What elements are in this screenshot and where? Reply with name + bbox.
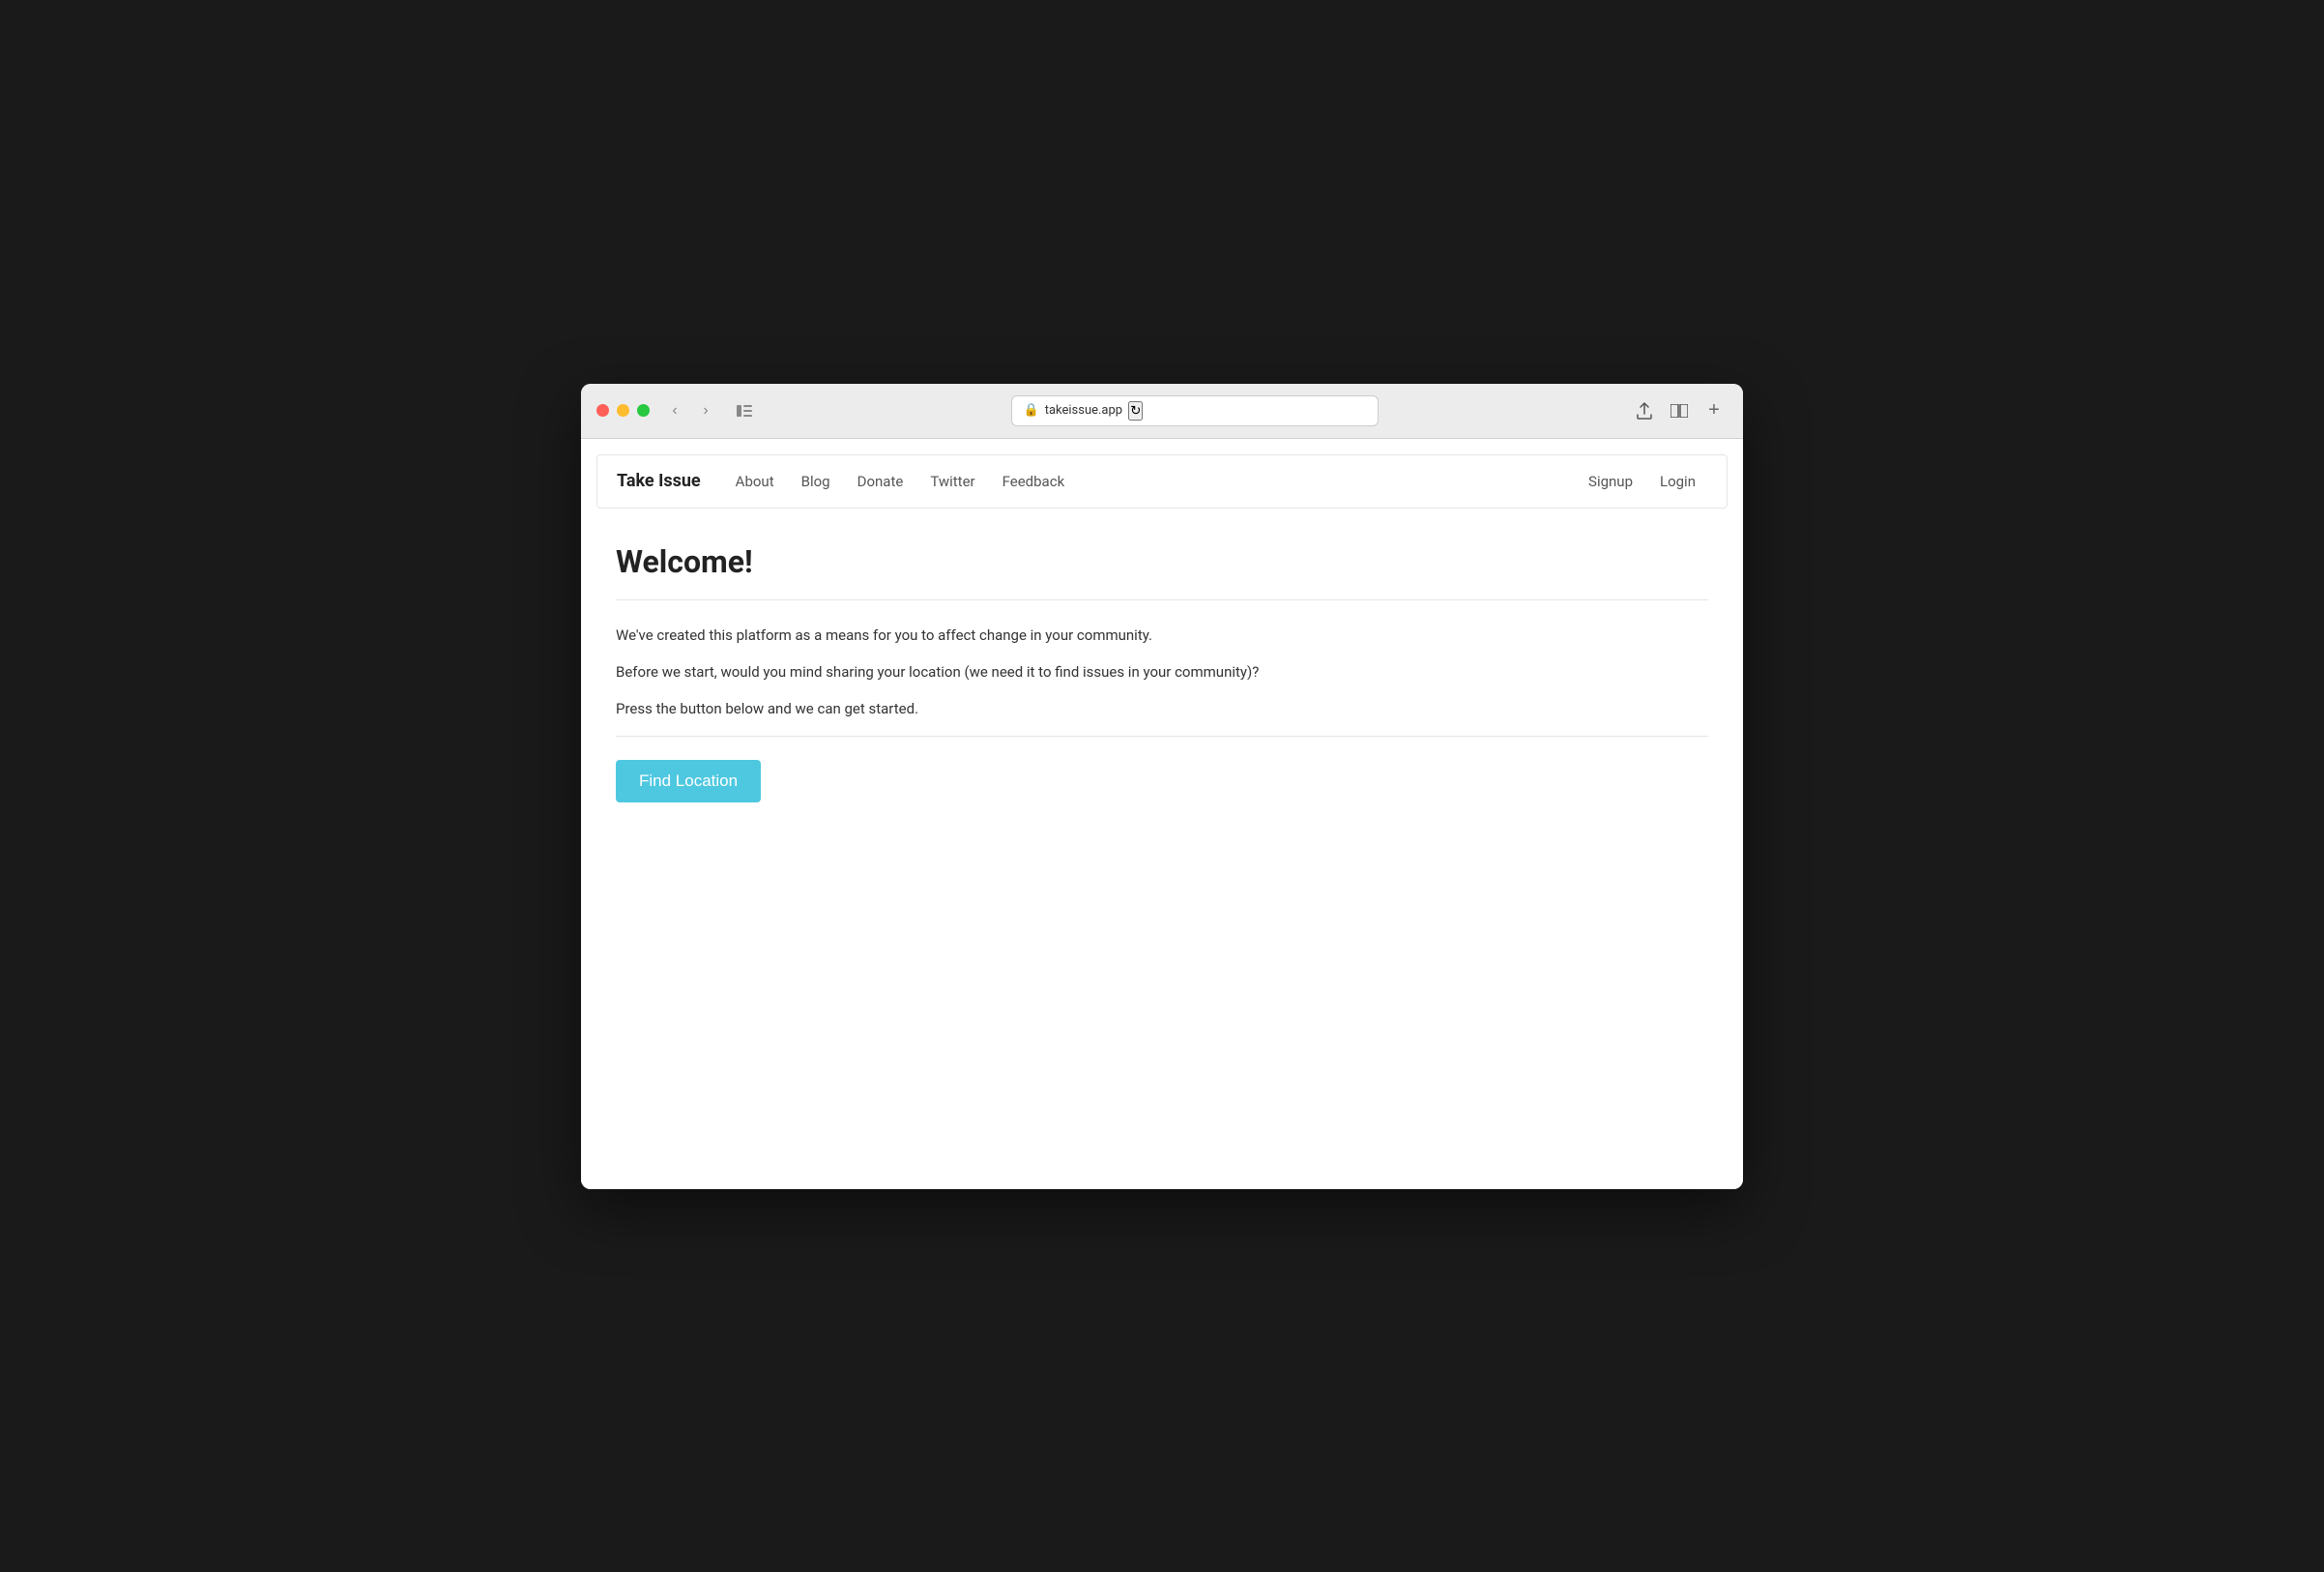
forward-button[interactable]: › bbox=[692, 397, 719, 424]
nav-link-signup[interactable]: Signup bbox=[1577, 465, 1644, 498]
address-bar-wrapper: 🔒 takeissue.app ↻ bbox=[770, 395, 1619, 426]
intro-paragraph-3: Press the button below and we can get st… bbox=[616, 697, 1708, 720]
sidebar-icon bbox=[737, 405, 752, 417]
nav-link-about[interactable]: About bbox=[724, 465, 786, 498]
nav-link-twitter[interactable]: Twitter bbox=[918, 465, 986, 498]
bottom-divider bbox=[616, 736, 1708, 737]
browser-window: ‹ › 🔒 takeissue.app ↻ bbox=[581, 384, 1743, 1189]
intro-paragraph-1: We've created this platform as a means f… bbox=[616, 624, 1708, 647]
url-text: takeissue.app bbox=[1045, 403, 1122, 418]
lock-icon: 🔒 bbox=[1024, 403, 1039, 418]
split-button[interactable] bbox=[1666, 397, 1693, 424]
nav-link-donate[interactable]: Donate bbox=[846, 465, 915, 498]
traffic-lights bbox=[596, 404, 650, 417]
main-content: Welcome! We've created this platform as … bbox=[581, 524, 1743, 822]
split-icon bbox=[1670, 404, 1688, 418]
close-button[interactable] bbox=[596, 404, 609, 417]
nav-link-login[interactable]: Login bbox=[1648, 465, 1707, 498]
address-bar[interactable]: 🔒 takeissue.app ↻ bbox=[1011, 395, 1379, 426]
sidebar-toggle-button[interactable] bbox=[731, 397, 758, 424]
share-icon bbox=[1637, 402, 1652, 420]
navbar-right: Signup Login bbox=[1577, 465, 1707, 498]
browser-chrome: ‹ › 🔒 takeissue.app ↻ bbox=[581, 384, 1743, 439]
minimize-button[interactable] bbox=[617, 404, 629, 417]
find-location-button[interactable]: Find Location bbox=[616, 760, 761, 802]
back-button[interactable]: ‹ bbox=[661, 397, 688, 424]
navbar: Take Issue About Blog Donate Twitter Fee… bbox=[596, 454, 1728, 509]
navbar-links: About Blog Donate Twitter Feedback bbox=[724, 465, 1077, 498]
intro-paragraph-2: Before we start, would you mind sharing … bbox=[616, 660, 1708, 684]
browser-actions: + bbox=[1631, 397, 1728, 424]
top-divider bbox=[616, 599, 1708, 600]
refresh-button[interactable]: ↻ bbox=[1128, 401, 1143, 421]
maximize-button[interactable] bbox=[637, 404, 650, 417]
site-content: Take Issue About Blog Donate Twitter Fee… bbox=[581, 454, 1743, 1189]
nav-link-blog[interactable]: Blog bbox=[790, 465, 842, 498]
new-tab-button[interactable]: + bbox=[1700, 397, 1728, 424]
nav-brand[interactable]: Take Issue bbox=[617, 471, 701, 491]
nav-link-feedback[interactable]: Feedback bbox=[991, 465, 1077, 498]
nav-buttons: ‹ › bbox=[661, 397, 719, 424]
share-button[interactable] bbox=[1631, 397, 1658, 424]
page-title: Welcome! bbox=[616, 543, 1708, 580]
